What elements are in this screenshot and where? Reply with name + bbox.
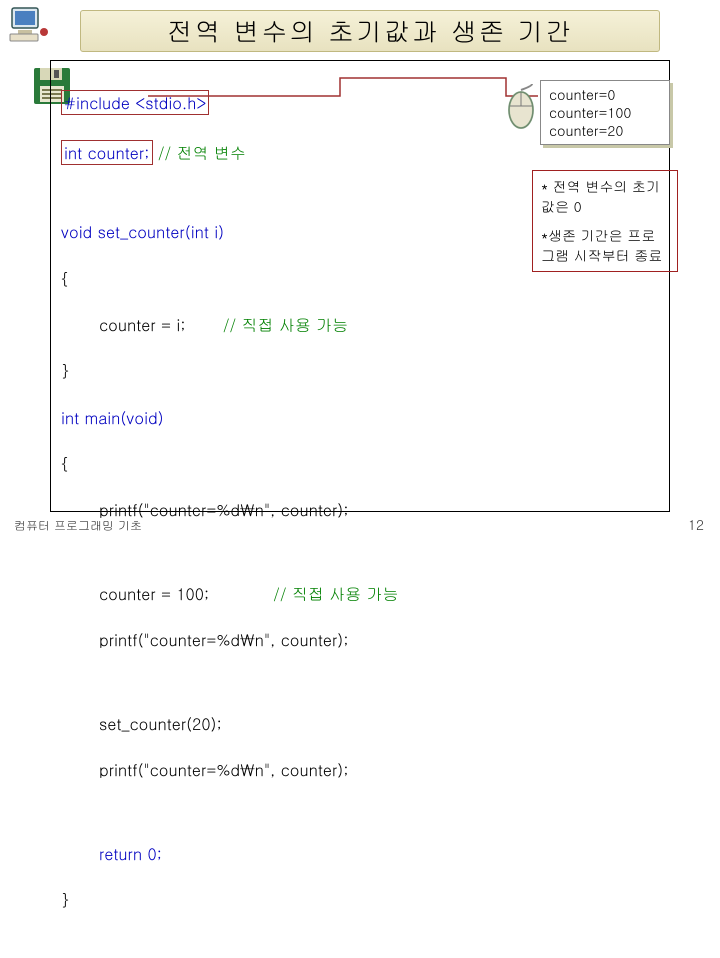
code-line: counter = i; — [99, 313, 186, 336]
output-box: counter=0 counter=100 counter=20 — [540, 80, 670, 145]
code-line: int main(void) — [61, 406, 164, 429]
output-line: counter=0 — [549, 84, 615, 104]
code-line: set_counter(20); — [99, 712, 222, 735]
code-line: return 0; — [99, 842, 162, 865]
slide-title: 전역 변수의 초기값과 생존 기간 — [80, 10, 660, 52]
code-line: counter = 100; — [99, 582, 209, 605]
output-line: counter=100 — [549, 102, 631, 122]
computer-icon — [8, 6, 50, 44]
code-comment: // 전역 변수 — [153, 141, 246, 164]
code-comment: // 직접 사용 가능 — [273, 582, 398, 605]
code-line: } — [61, 888, 69, 911]
note-box: * 전역 변수의 초기값은 0 *생존 기간은 프로그램 시작부터 종료 — [532, 170, 678, 272]
code-line: int counter; — [64, 141, 150, 164]
title-text: 전역 변수의 초기값과 생존 기간 — [167, 13, 574, 49]
code-line: printf("counter=%d\n", counter); — [99, 758, 349, 781]
code-line: { — [61, 267, 69, 290]
code-comment: // 직접 사용 가능 — [223, 313, 348, 336]
code-line: void set_counter(int i) — [61, 220, 224, 243]
code-line: printf("counter=%d\n", counter); — [99, 628, 349, 651]
output-line: counter=20 — [549, 120, 623, 140]
code-line: #include <stdio.h> — [64, 91, 206, 114]
footer-text: 컴퓨터 프로그래밍 기초 — [14, 517, 142, 534]
code-line: { — [61, 452, 69, 475]
note-text: *생존 기간은 프로그램 시작부터 종료 — [541, 226, 669, 265]
code-line: } — [61, 359, 69, 382]
mouse-icon — [504, 82, 538, 132]
note-text: * 전역 변수의 초기값은 0 — [541, 177, 669, 216]
page-number: 12 — [688, 514, 704, 534]
